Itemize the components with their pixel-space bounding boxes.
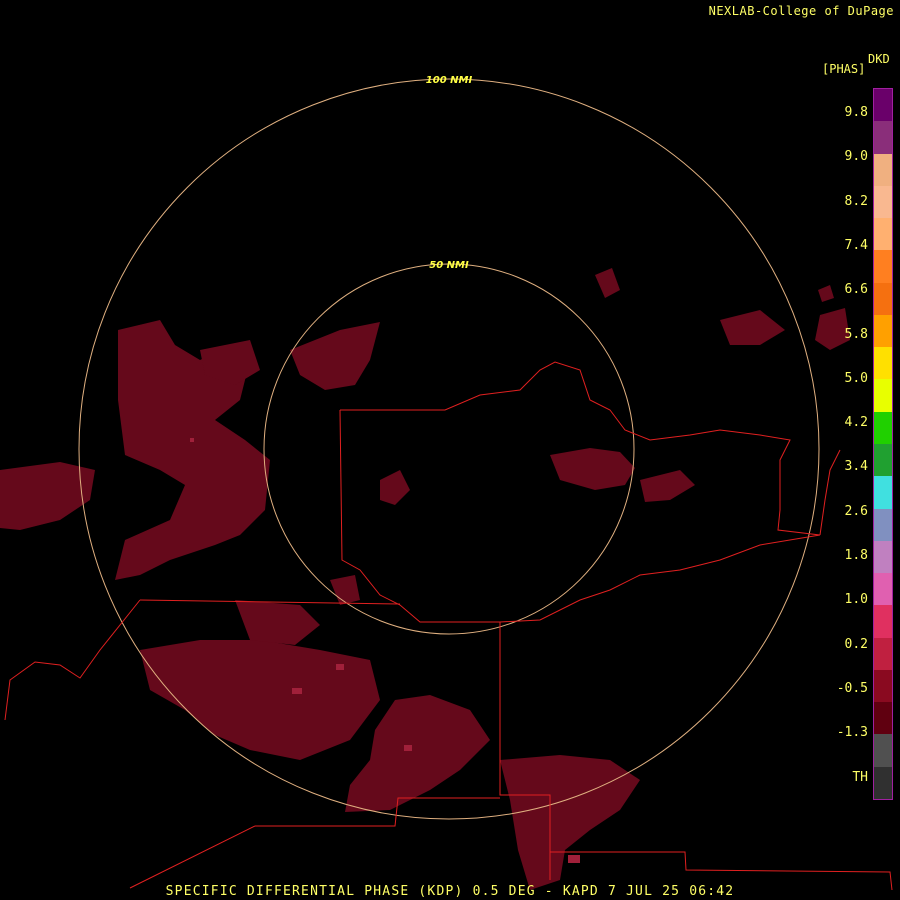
- color-scale-tick-label: 9.0: [844, 149, 868, 165]
- color-scale-segment: [874, 411, 892, 445]
- color-scale-segment: [874, 766, 892, 800]
- color-scale-segment: [874, 540, 892, 574]
- ring-label-inner: 50 NMI: [429, 260, 469, 271]
- credit-text: NEXLAB-College of DuPage: [708, 4, 894, 18]
- color-scale-tick-label: 4.2: [844, 415, 868, 431]
- color-scale-segment: [874, 637, 892, 671]
- color-scale-tick-label: 0.2: [844, 636, 868, 652]
- color-scale-segment: [874, 605, 892, 639]
- color-scale-segment: [874, 379, 892, 413]
- color-scale-tick-label: 1.0: [844, 592, 868, 608]
- color-scale-tick-label: 7.4: [844, 237, 868, 253]
- color-scale-tick-label: 9.8: [844, 105, 868, 120]
- range-ring-50nmi: [263, 263, 635, 635]
- color-scale-tick-label: 8.2: [844, 193, 868, 209]
- ring-label-outer: 100 NMI: [426, 75, 473, 86]
- color-scale-segment: [874, 573, 892, 606]
- legend-units: [PHAS]: [822, 62, 866, 76]
- color-scale-tick-label: -1.3: [836, 725, 868, 741]
- legend-product-code: DKD: [868, 52, 890, 66]
- color-scale-segment: [874, 185, 892, 219]
- color-scale-segment: [874, 702, 892, 735]
- color-scale-tick-label: 1.8: [844, 548, 868, 563]
- color-scale-segment: [874, 218, 892, 251]
- color-scale-tick-label: 2.6: [844, 503, 868, 519]
- color-scale-segment: [874, 153, 892, 187]
- radar-map: 100 NMI 50 NMI: [0, 75, 893, 891]
- ring-labels: 100 NMI 50 NMI: [426, 75, 473, 271]
- color-scale-tick-label: 5.8: [844, 326, 868, 342]
- color-scale-segment: [874, 347, 892, 380]
- color-scale-segment: [874, 444, 892, 477]
- color-scale-segment: [874, 282, 892, 316]
- color-scale-segment: [874, 89, 892, 122]
- color-scale-segment: [874, 669, 892, 703]
- color-scale-segment: [874, 734, 892, 768]
- color-scale-segment: [874, 250, 892, 284]
- color-scale-tick-label: TH: [852, 769, 868, 785]
- color-scale-segment: [874, 314, 892, 348]
- color-scale-segment: [874, 476, 892, 510]
- color-scale-tick-label: 6.6: [844, 282, 868, 298]
- color-scale-tick-label: 5.0: [844, 370, 868, 386]
- echo-areas: [0, 268, 850, 890]
- color-scale-segment: [874, 121, 892, 155]
- color-scale-tick-label: -0.5: [836, 680, 868, 696]
- color-scale-tick-label: 3.4: [844, 459, 868, 475]
- color-scale-bar: [873, 88, 893, 800]
- product-footer: SPECIFIC DIFFERENTIAL PHASE (KDP) 0.5 DE…: [165, 884, 735, 899]
- color-scale-segment: [874, 508, 892, 542]
